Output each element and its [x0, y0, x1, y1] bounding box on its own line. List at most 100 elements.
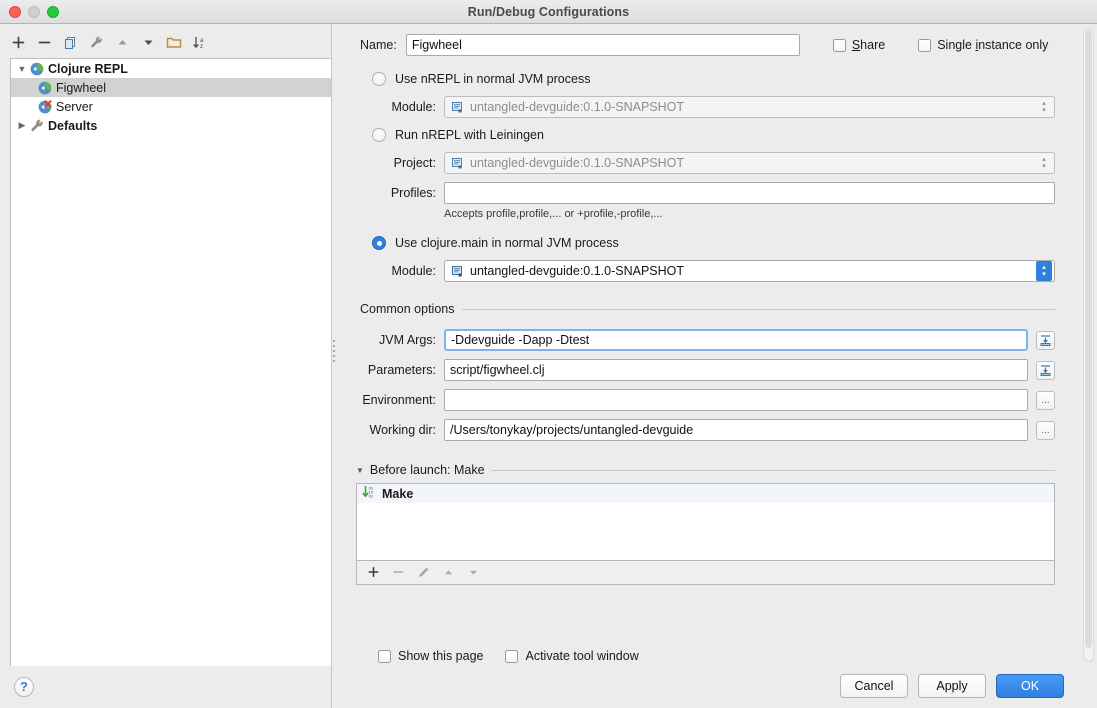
expand-icon[interactable] — [1036, 360, 1055, 380]
radio-use-nrepl-normal-jvm[interactable]: Use nREPL in normal JVM process — [360, 66, 1055, 92]
show-this-page-label: Show this page — [398, 649, 484, 663]
apply-button[interactable]: Apply — [918, 674, 986, 698]
wrench-icon — [29, 118, 45, 134]
radio-button[interactable] — [372, 72, 386, 86]
tree-item-label: Clojure REPL — [48, 61, 128, 76]
common-options-body: JVM Args: Parameters: — [360, 318, 1055, 445]
editor-content: Name: Share Single instance only — [336, 24, 1097, 636]
copy-icon[interactable] — [58, 31, 82, 53]
scrollbar-thumb[interactable] — [1085, 30, 1092, 648]
project-row: Project: untangled-devguide:0.1.0-SNAPSH… — [360, 148, 1055, 178]
module-value: untangled-devguide:0.1.0-SNAPSHOT — [470, 264, 685, 278]
radio-button[interactable] — [372, 128, 386, 142]
show-this-page-checkbox[interactable]: Show this page — [378, 649, 483, 663]
module-icon — [451, 157, 464, 170]
add-configuration-button[interactable] — [6, 31, 30, 53]
common-options-title: Common options — [360, 300, 1055, 318]
clojure-repl-icon — [29, 61, 45, 77]
zoom-button[interactable] — [47, 6, 59, 18]
before-launch-title-label: Before launch: Make — [369, 463, 485, 477]
arrow-down-icon[interactable] — [136, 31, 160, 53]
window-title: Run/Debug Configurations — [467, 4, 630, 19]
minimize-button[interactable] — [28, 6, 40, 18]
tree-item-defaults[interactable]: ▶ Defaults — [11, 116, 331, 135]
expand-icon[interactable] — [1036, 330, 1055, 350]
remove-configuration-button[interactable] — [32, 31, 56, 53]
name-input[interactable] — [405, 34, 800, 56]
name-label: Name: — [360, 38, 397, 52]
environment-input[interactable] — [444, 389, 1028, 411]
profiles-hint: Accepts profile,profile,... or +profile,… — [444, 208, 663, 220]
twisty-icon[interactable]: ▼ — [356, 466, 364, 475]
dialog-buttons: Cancel Apply OK — [360, 670, 1073, 698]
stepper-icon[interactable]: ▴ ▾ — [1036, 97, 1052, 117]
tree-item-figwheel[interactable]: Figwheel — [11, 78, 331, 97]
jvm-args-input[interactable] — [444, 329, 1028, 351]
wrench-icon[interactable] — [84, 31, 108, 53]
group-title-label: Common options — [360, 302, 455, 316]
window-controls — [9, 6, 59, 18]
sort-az-icon[interactable]: a z — [188, 31, 212, 53]
twisty-icon[interactable]: ▶ — [15, 120, 29, 131]
dialog-body: a z ▼ Clojure REPL Figwheel Server ▶ Def… — [0, 24, 1097, 708]
pencil-icon[interactable] — [415, 565, 431, 581]
radio-button[interactable] — [372, 236, 386, 250]
stepper-icon[interactable]: ▴ ▾ — [1036, 153, 1052, 173]
radio-run-nrepl-leiningen[interactable]: Run nREPL with Leiningen — [360, 122, 1055, 148]
browse-working-dir-button[interactable]: ... — [1036, 420, 1055, 440]
working-dir-input[interactable] — [444, 419, 1028, 441]
parameters-input[interactable] — [444, 359, 1028, 381]
vertical-scrollbar[interactable] — [1083, 28, 1094, 662]
project-value: untangled-devguide:0.1.0-SNAPSHOT — [470, 156, 685, 170]
parameters-row: Parameters: — [360, 355, 1055, 385]
add-task-button[interactable] — [365, 565, 381, 581]
move-task-down-button[interactable] — [465, 565, 481, 581]
activate-tool-window-checkbox[interactable]: Activate tool window — [505, 649, 639, 663]
checkbox-box[interactable] — [505, 649, 519, 663]
stepper-icon[interactable]: ▴ ▾ — [1036, 261, 1052, 281]
before-launch-list[interactable]: 01 10 01 Make — [356, 483, 1055, 561]
radio-use-clojure-main[interactable]: Use clojure.main in normal JVM process — [360, 230, 1055, 256]
module-dropdown-2[interactable]: untangled-devguide:0.1.0-SNAPSHOT ▴ ▾ — [444, 260, 1055, 282]
folder-icon[interactable] — [162, 31, 186, 53]
share-checkbox[interactable]: Share — [832, 38, 886, 52]
module-row-2: Module: untangled-devguide:0.1.0-SNAPSHO… — [360, 256, 1055, 286]
module-dropdown-1[interactable]: untangled-devguide:0.1.0-SNAPSHOT ▴ ▾ — [444, 96, 1055, 118]
move-task-up-button[interactable] — [440, 565, 456, 581]
dialog-footer: Show this page Activate tool window Canc… — [336, 636, 1097, 708]
close-button[interactable] — [9, 6, 21, 18]
checkbox-box[interactable] — [378, 649, 391, 663]
window-titlebar: Run/Debug Configurations — [0, 0, 1097, 24]
tree-item-clojure-repl[interactable]: ▼ Clojure REPL — [11, 59, 331, 78]
run-mode-options: Use nREPL in normal JVM process Module: — [336, 66, 1067, 286]
checkbox-box[interactable] — [918, 38, 932, 52]
arrow-up-icon[interactable] — [110, 31, 134, 53]
footer-checkboxes: Show this page Activate tool window — [360, 642, 1073, 670]
run-config-error-icon — [37, 99, 53, 115]
twisty-icon[interactable]: ▼ — [15, 64, 29, 74]
tree-item-server[interactable]: Server — [11, 97, 331, 116]
profiles-label: Profiles: — [390, 186, 436, 200]
single-instance-checkbox[interactable]: Single instance only — [918, 38, 1048, 52]
working-dir-label: Working dir: — [369, 423, 436, 437]
list-item[interactable]: 01 10 01 Make — [357, 484, 1054, 503]
group-divider — [490, 469, 1055, 471]
module-icon — [451, 101, 464, 114]
help-button[interactable]: ? — [14, 677, 34, 697]
configurations-tree[interactable]: ▼ Clojure REPL Figwheel Server ▶ Default… — [10, 58, 332, 666]
project-dropdown[interactable]: untangled-devguide:0.1.0-SNAPSHOT ▴ ▾ — [444, 152, 1055, 174]
module-icon — [451, 265, 464, 278]
common-options-group: Common options JVM Args: -Ddevguide -Dap… — [336, 300, 1067, 445]
ok-button[interactable]: OK — [996, 674, 1064, 698]
sidebar-footer: ? — [0, 666, 336, 708]
tree-item-label: Defaults — [48, 118, 98, 133]
group-divider — [461, 308, 1055, 310]
profiles-input[interactable] — [444, 182, 1055, 204]
sidebar-toolbar: a z — [0, 28, 336, 56]
remove-task-button[interactable] — [390, 565, 406, 581]
cancel-button[interactable]: Cancel — [840, 674, 908, 698]
checkbox-box[interactable] — [832, 38, 846, 52]
share-label: Share — [851, 38, 886, 52]
single-instance-label: Single instance only — [937, 38, 1049, 52]
browse-environment-button[interactable]: ... — [1036, 390, 1055, 410]
